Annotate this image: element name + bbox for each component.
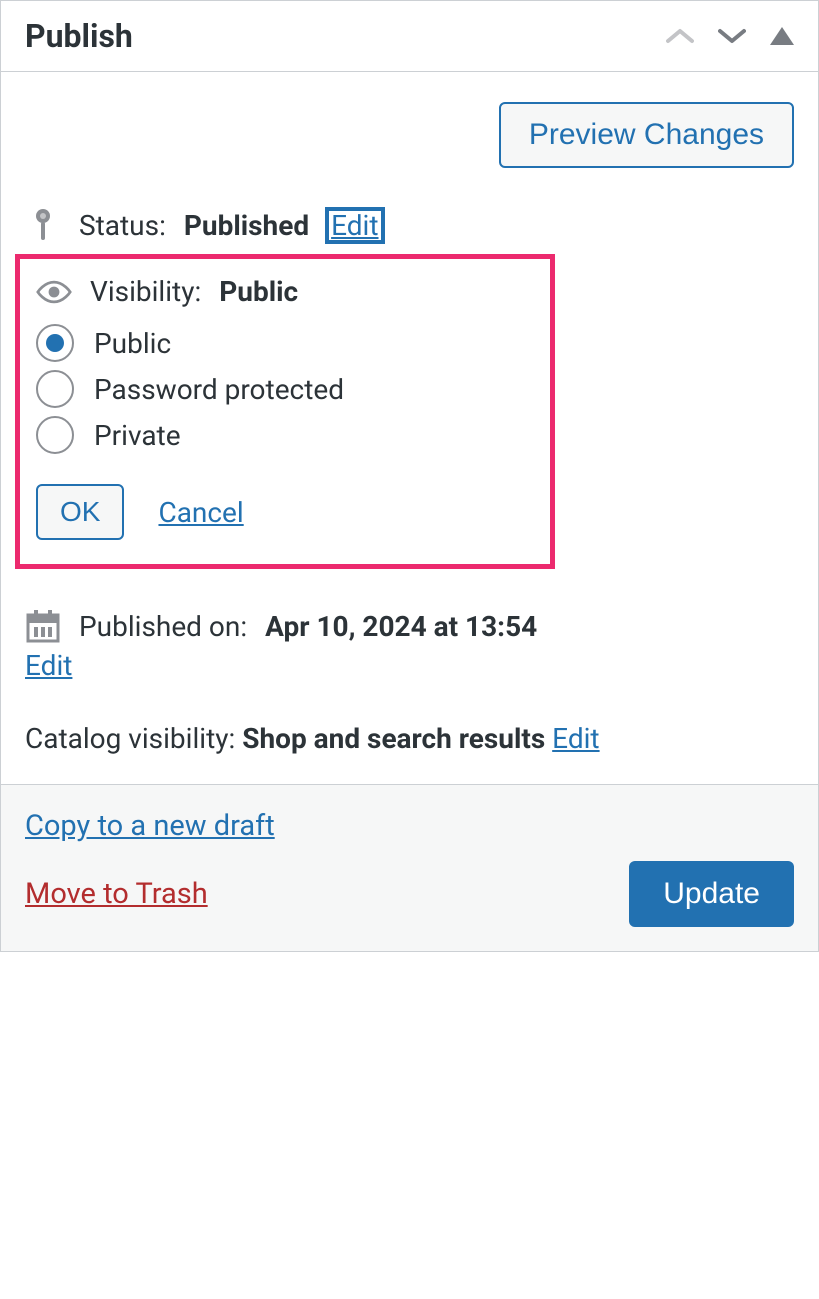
visibility-option-private[interactable]: Private <box>36 416 534 454</box>
status-value: Published <box>184 209 309 242</box>
preview-row: Preview Changes <box>25 102 794 168</box>
catalog-edit-link[interactable]: Edit <box>552 722 599 755</box>
panel-title: Publish <box>25 17 133 55</box>
move-to-trash-link[interactable]: Move to Trash <box>25 877 208 911</box>
published-value: Apr 10, 2024 at 13:54 <box>265 610 537 643</box>
visibility-option-password-protected[interactable]: Password protected <box>36 370 534 408</box>
panel-controls <box>666 27 794 45</box>
panel-footer: Copy to a new draft Move to Trash Update <box>1 784 818 951</box>
published-edit-link[interactable]: Edit <box>25 649 72 682</box>
status-row: Status: Published Edit <box>25 208 794 242</box>
pin-icon <box>25 208 61 242</box>
visibility-option-public[interactable]: Public <box>36 324 534 362</box>
visibility-options: Public Password protected Private <box>36 324 534 454</box>
catalog-label: Catalog visibility: <box>25 722 235 755</box>
status-label: Status: <box>79 209 166 242</box>
eye-icon <box>36 279 72 305</box>
update-button[interactable]: Update <box>629 861 794 927</box>
visibility-section: Visibility: Public Public Password prote… <box>15 254 555 569</box>
status-edit-link[interactable]: Edit <box>327 209 382 242</box>
radio-icon[interactable] <box>36 370 74 408</box>
move-down-icon[interactable] <box>718 27 746 45</box>
visibility-label: Visibility: <box>90 275 201 308</box>
option-label: Public <box>94 327 171 360</box>
cancel-link[interactable]: Cancel <box>158 496 243 529</box>
publish-panel: Publish Preview Changes Status: <box>0 0 819 952</box>
ok-button[interactable]: OK <box>36 484 124 540</box>
collapse-icon[interactable] <box>770 27 794 45</box>
preview-changes-button[interactable]: Preview Changes <box>499 102 794 168</box>
panel-body: Preview Changes Status: Published Edit <box>1 72 818 784</box>
catalog-section: Catalog visibility: Shop and search resu… <box>25 718 794 760</box>
radio-icon[interactable] <box>36 416 74 454</box>
published-label: Published on: <box>79 610 247 643</box>
copy-draft-link[interactable]: Copy to a new draft <box>25 809 275 843</box>
published-section: Published on: Apr 10, 2024 at 13:54 Edit <box>25 609 794 682</box>
radio-icon[interactable] <box>36 324 74 362</box>
catalog-value: Shop and search results <box>242 722 545 755</box>
option-label: Private <box>94 419 181 452</box>
calendar-icon <box>25 609 61 643</box>
visibility-actions: OK Cancel <box>36 484 534 540</box>
option-label: Password protected <box>94 373 344 406</box>
visibility-row: Visibility: Public <box>36 275 534 308</box>
panel-header: Publish <box>1 1 818 72</box>
visibility-value: Public <box>219 275 298 308</box>
move-up-icon[interactable] <box>666 27 694 45</box>
